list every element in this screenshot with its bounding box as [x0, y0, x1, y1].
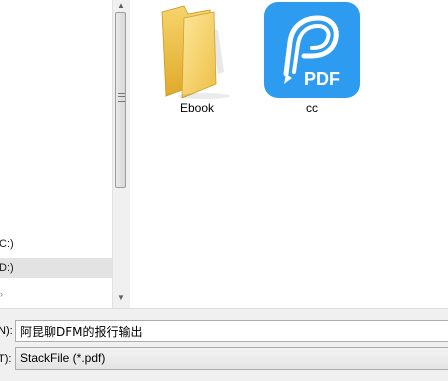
filename-label: N): — [0, 325, 13, 337]
save-form: N): T): StackFile (*.pdf) — [0, 308, 448, 381]
scrollbar-thumb[interactable] — [115, 12, 126, 188]
file-item-pdf[interactable]: PDF cc — [256, 0, 368, 118]
grip-icon — [118, 93, 125, 102]
nav-item-drive-d[interactable]: D:) — [0, 258, 112, 278]
file-view: Ebook PDF cc — [130, 0, 448, 308]
filetype-label: T): — [0, 353, 12, 365]
nav-item-label: C:) — [0, 238, 14, 250]
chevron-right-icon[interactable]: › — [0, 290, 8, 299]
nav-item-label: D:) — [0, 262, 14, 274]
nav-item-drive-c[interactable]: C:) — [0, 234, 112, 254]
folder-icon — [161, 5, 230, 99]
scroll-down-arrow-icon[interactable]: ▼ — [113, 290, 129, 306]
file-name: Ebook — [179, 101, 215, 115]
pdf-badge-text: PDF — [304, 69, 340, 89]
filetype-select[interactable]: StackFile (*.pdf) — [15, 347, 448, 370]
navigation-pane: C:) D:) › — [0, 0, 112, 308]
file-item-folder[interactable]: Ebook — [148, 0, 246, 118]
navigation-scrollbar[interactable]: ▲ ▼ — [112, 0, 129, 308]
file-name: cc — [306, 101, 318, 115]
pdf-app-icon: PDF — [264, 2, 360, 98]
filename-input[interactable] — [15, 320, 448, 342]
